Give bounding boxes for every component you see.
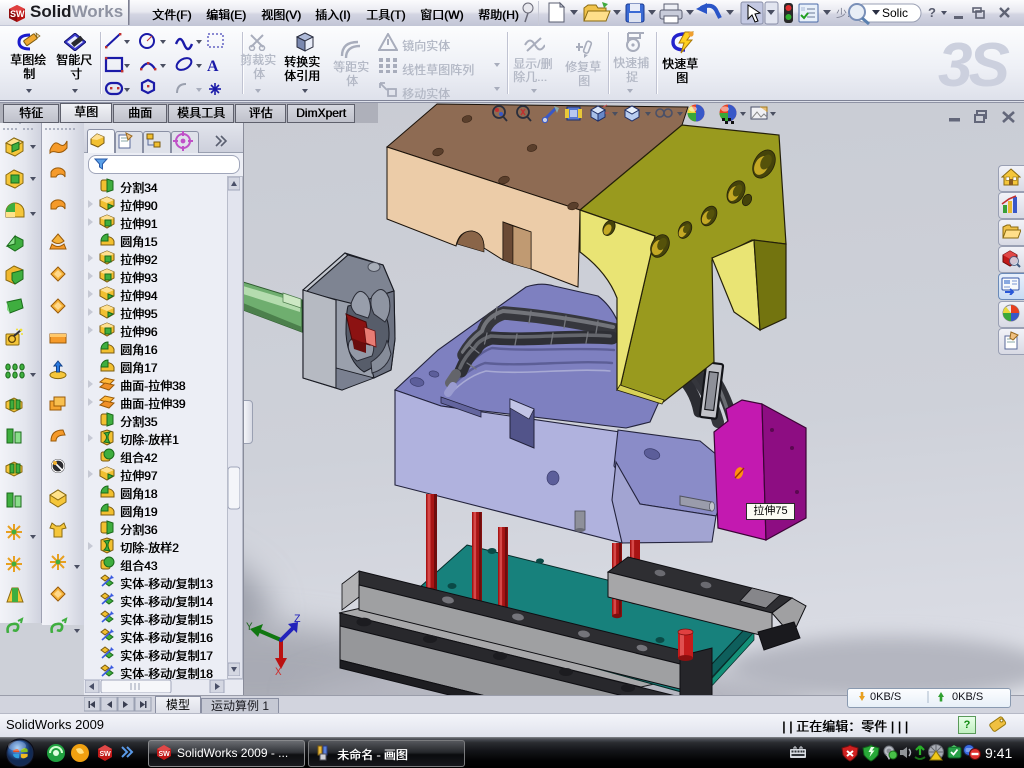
svg-text:SW: SW (100, 751, 112, 758)
svg-text:Z: Z (294, 614, 301, 626)
svg-text:SW: SW (159, 751, 171, 758)
svg-text:SW: SW (10, 9, 25, 19)
svg-text:Solic: Solic (882, 6, 908, 20)
svg-text:Y: Y (246, 622, 253, 634)
svg-text:X: X (275, 667, 282, 679)
svg-text:A: A (207, 58, 219, 75)
